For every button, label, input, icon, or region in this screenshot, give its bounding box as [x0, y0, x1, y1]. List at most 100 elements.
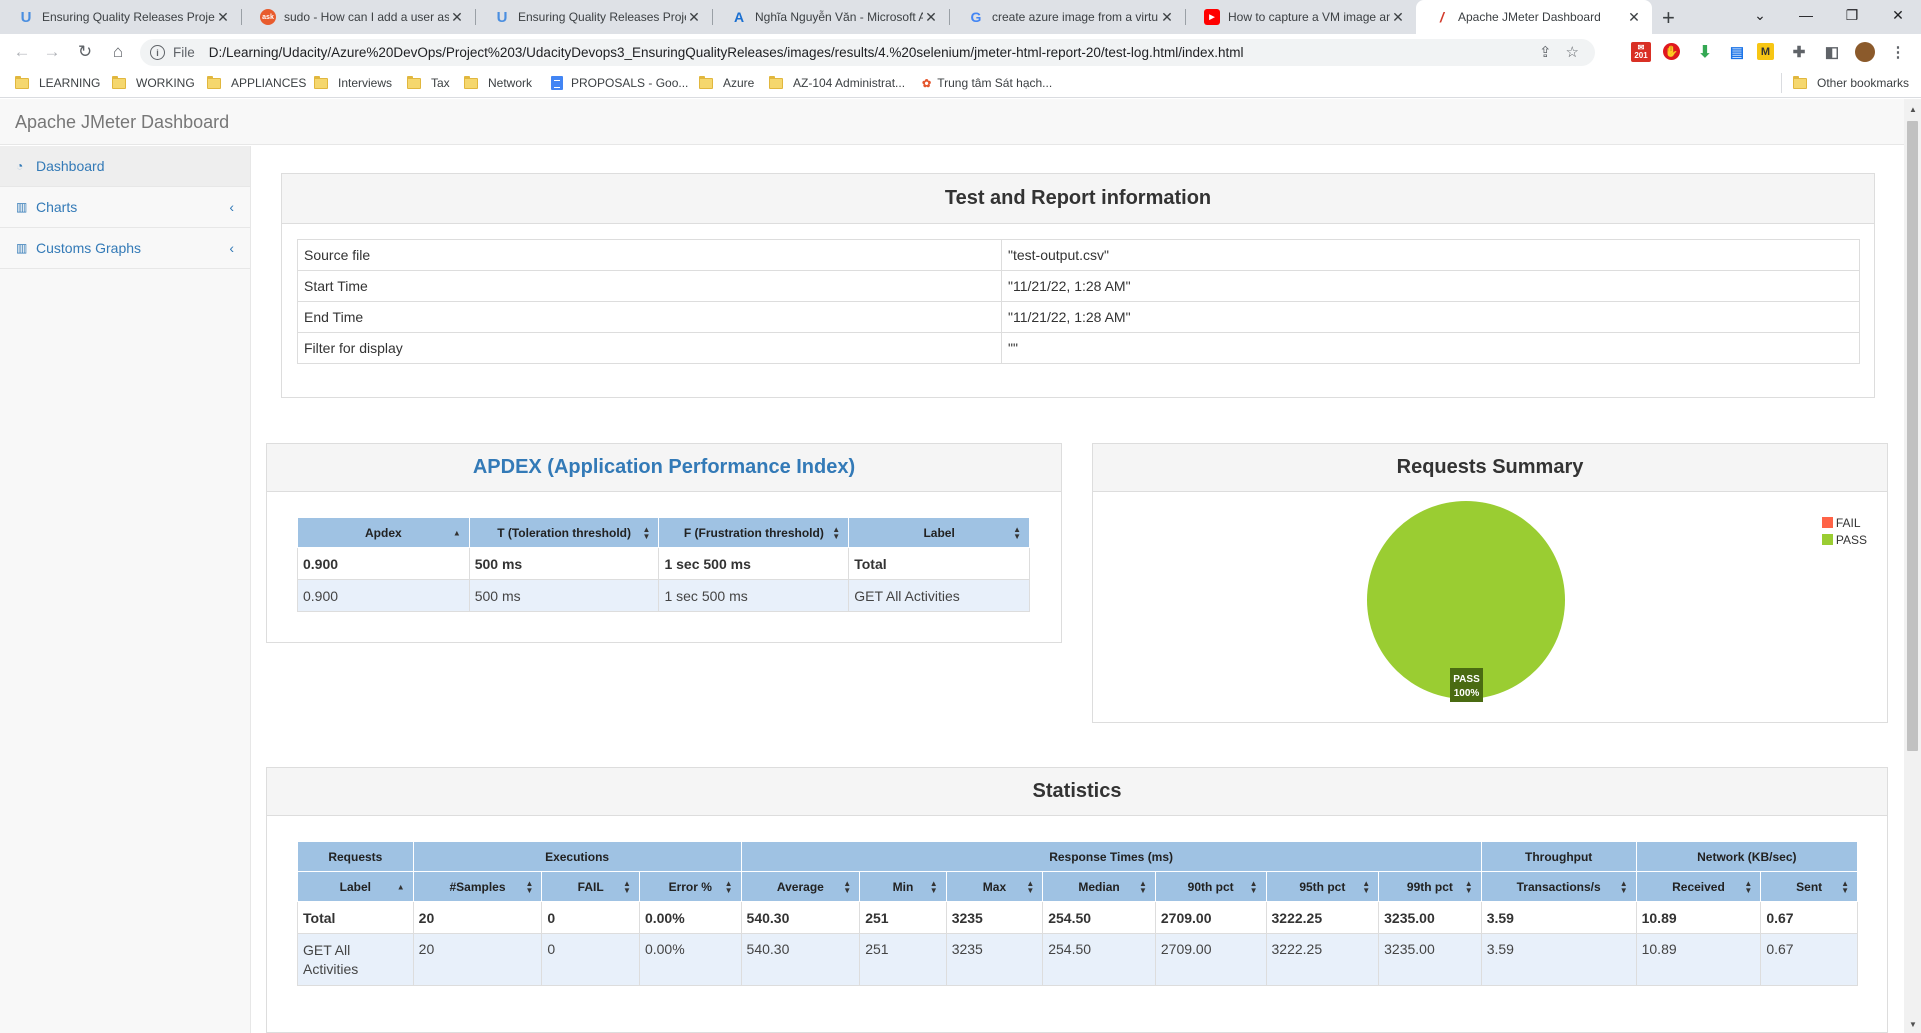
close-icon[interactable]: ✕	[449, 9, 465, 26]
browser-tab-1[interactable]: U Ensuring Quality Releases Projec ✕	[0, 0, 241, 34]
legend-item-pass[interactable]: PASS	[1821, 531, 1867, 548]
profile-avatar[interactable]	[1855, 42, 1875, 62]
forward-icon[interactable]: →	[40, 40, 64, 64]
window-close-icon[interactable]: ✕	[1875, 0, 1921, 30]
stats-cell: 251	[859, 933, 947, 986]
close-icon[interactable]: ✕	[215, 9, 231, 26]
group-header: Executions	[412, 841, 742, 872]
stats-header[interactable]: Median ▲ ▼	[1042, 871, 1156, 902]
stats-header[interactable]: Error % ▲ ▼	[638, 871, 742, 902]
table-row: GET All Activities 20 0 0.00% 540.30 251…	[297, 933, 1858, 986]
requests-pie-chart: PASS 100%	[1367, 501, 1565, 702]
bookmark-az104[interactable]: AZ-104 Administrat...	[769, 75, 905, 90]
stats-header[interactable]: Transactions/s ▲ ▼	[1480, 871, 1637, 902]
bookmark-trung-tam[interactable]: ✿ Trung tâm Sát hạch...	[922, 76, 1052, 90]
site-info-icon[interactable]: i	[150, 45, 165, 60]
scroll-down-icon[interactable]: ▼	[1909, 1020, 1917, 1029]
stats-header[interactable]: Average ▲ ▼	[740, 871, 861, 902]
bookmark-azure[interactable]: Azure	[699, 75, 754, 90]
folder-icon	[112, 75, 126, 89]
sort-icon: ▲ ▼	[724, 878, 733, 895]
close-icon[interactable]: ✕	[1390, 9, 1406, 26]
youtube-icon: ▶	[1204, 9, 1220, 25]
browser-tab-6[interactable]: ▶ How to capture a VM image and ✕	[1186, 0, 1416, 34]
bookmark-proposals[interactable]: PROPOSALS - Goo...	[551, 76, 688, 90]
stats-header[interactable]: Received ▲ ▼	[1635, 871, 1762, 902]
stats-header[interactable]: 90th pct ▲ ▼	[1154, 871, 1267, 902]
browser-tab-2[interactable]: ask sudo - How can I add a user as a ✕	[242, 0, 475, 34]
apdex-header[interactable]: T (Toleration threshold) ▲ ▼	[468, 517, 660, 548]
stats-header[interactable]: Max ▲ ▼	[945, 871, 1044, 902]
new-tab-button[interactable]: +	[1662, 5, 1675, 31]
page-scrollbar[interactable]: ▲ ▼	[1904, 99, 1921, 1033]
stats-header[interactable]: Label ▲	[297, 871, 414, 902]
stats-header[interactable]: Sent ▲ ▼	[1760, 871, 1858, 902]
menu-kebab-icon[interactable]: ⋮	[1888, 42, 1908, 62]
bookmark-network[interactable]: Network	[464, 75, 532, 90]
close-icon[interactable]: ✕	[1159, 9, 1175, 26]
close-icon[interactable]: ✕	[923, 9, 939, 26]
site-favicon-icon: ✿	[922, 77, 932, 90]
google-icon: G	[970, 9, 982, 25]
browser-tab-3[interactable]: U Ensuring Quality Releases Projec ✕	[476, 0, 712, 34]
sidebar-item-charts[interactable]: ▥ Charts ‹	[0, 187, 250, 228]
home-icon[interactable]: ⌂	[106, 40, 130, 64]
apdex-cell: 500 ms	[468, 579, 660, 612]
sidebar-item-dashboard[interactable]: ◔ Dashboard	[0, 146, 250, 187]
bookmark-learning[interactable]: LEARNING	[15, 75, 100, 90]
adblock-icon[interactable]: ✋	[1663, 43, 1680, 60]
mail-extension-icon[interactable]: ✉ 201	[1631, 42, 1651, 62]
bookmark-appliances[interactable]: APPLIANCES	[207, 75, 306, 90]
address-url[interactable]: D:/Learning/Udacity/Azure%20DevOps/Proje…	[209, 45, 1244, 60]
info-value: "11/21/22, 1:28 AM"	[1001, 301, 1860, 333]
m-extension-icon[interactable]: M	[1757, 43, 1774, 60]
stats-header[interactable]: 95th pct ▲ ▼	[1265, 871, 1380, 902]
bookmark-extension-icon[interactable]: ▤	[1727, 42, 1747, 62]
close-icon[interactable]: ✕	[686, 9, 702, 26]
stats-cell: 540.30	[740, 933, 861, 986]
bookmark-interviews[interactable]: Interviews	[314, 75, 392, 90]
apdex-header[interactable]: Label ▲ ▼	[848, 517, 1030, 548]
sidebar-item-label: Customs Graphs	[36, 240, 142, 256]
reload-icon[interactable]: ↻	[73, 40, 97, 64]
bookmark-star-icon[interactable]: ☆	[1566, 43, 1579, 61]
header-label: Apdex	[365, 525, 402, 540]
browser-tab-7[interactable]: / Apache JMeter Dashboard ✕	[1416, 0, 1652, 34]
header-label: Transactions/s	[1516, 879, 1601, 894]
extensions-puzzle-icon[interactable]: ✚	[1789, 42, 1809, 62]
close-icon[interactable]: ✕	[1626, 9, 1642, 26]
browser-tab-4[interactable]: A Nghĩa Nguyễn Văn - Microsoft A ✕	[713, 0, 949, 34]
scrollbar-thumb[interactable]	[1907, 121, 1918, 751]
sort-icon: ▲ ▼	[1249, 878, 1258, 895]
download-extension-icon[interactable]: ⬇	[1695, 42, 1715, 62]
bookmark-working[interactable]: WORKING	[112, 75, 195, 90]
sort-icon: ▲ ▼	[1464, 878, 1473, 895]
stats-header[interactable]: #Samples ▲ ▼	[412, 871, 543, 902]
sort-icon: ▲ ▼	[642, 524, 651, 541]
stats-header[interactable]: 99th pct ▲ ▼	[1378, 871, 1482, 902]
restore-icon[interactable]: ❐	[1829, 0, 1875, 30]
other-bookmarks[interactable]: Other bookmarks	[1793, 75, 1909, 90]
brand-link[interactable]: Apache JMeter Dashboard	[15, 112, 229, 133]
udacity-icon: U	[20, 8, 32, 26]
header-label: FAIL	[577, 879, 604, 894]
back-icon[interactable]: ←	[10, 40, 34, 64]
address-bar[interactable]: i File D:/Learning/Udacity/Azure%20DevOp…	[140, 39, 1595, 66]
apdex-header[interactable]: Apdex ▲	[297, 517, 470, 548]
stats-cell: 0	[541, 901, 640, 934]
apdex-header[interactable]: F (Frustration threshold) ▲ ▼	[658, 517, 850, 548]
side-panel-icon[interactable]: ◧	[1822, 42, 1842, 62]
sidebar-item-customs-graphs[interactable]: ▥ Customs Graphs ‹	[0, 228, 250, 269]
legend-item-fail[interactable]: FAIL	[1821, 514, 1867, 531]
bookmark-tax[interactable]: Tax	[407, 75, 450, 90]
scroll-up-icon[interactable]: ▲	[1909, 105, 1917, 114]
share-icon[interactable]: ⇪	[1539, 43, 1552, 61]
stats-header[interactable]: Min ▲ ▼	[859, 871, 947, 902]
tab-search-icon[interactable]: ⌄	[1737, 0, 1783, 30]
stats-header[interactable]: FAIL ▲ ▼	[541, 871, 640, 902]
legend-label: FAIL	[1835, 515, 1861, 530]
stats-cell: 254.50	[1042, 901, 1156, 934]
browser-tab-5[interactable]: G create azure image from a virtu ✕	[950, 0, 1185, 34]
folder-icon	[407, 75, 421, 89]
minimize-icon[interactable]: —	[1783, 0, 1829, 30]
